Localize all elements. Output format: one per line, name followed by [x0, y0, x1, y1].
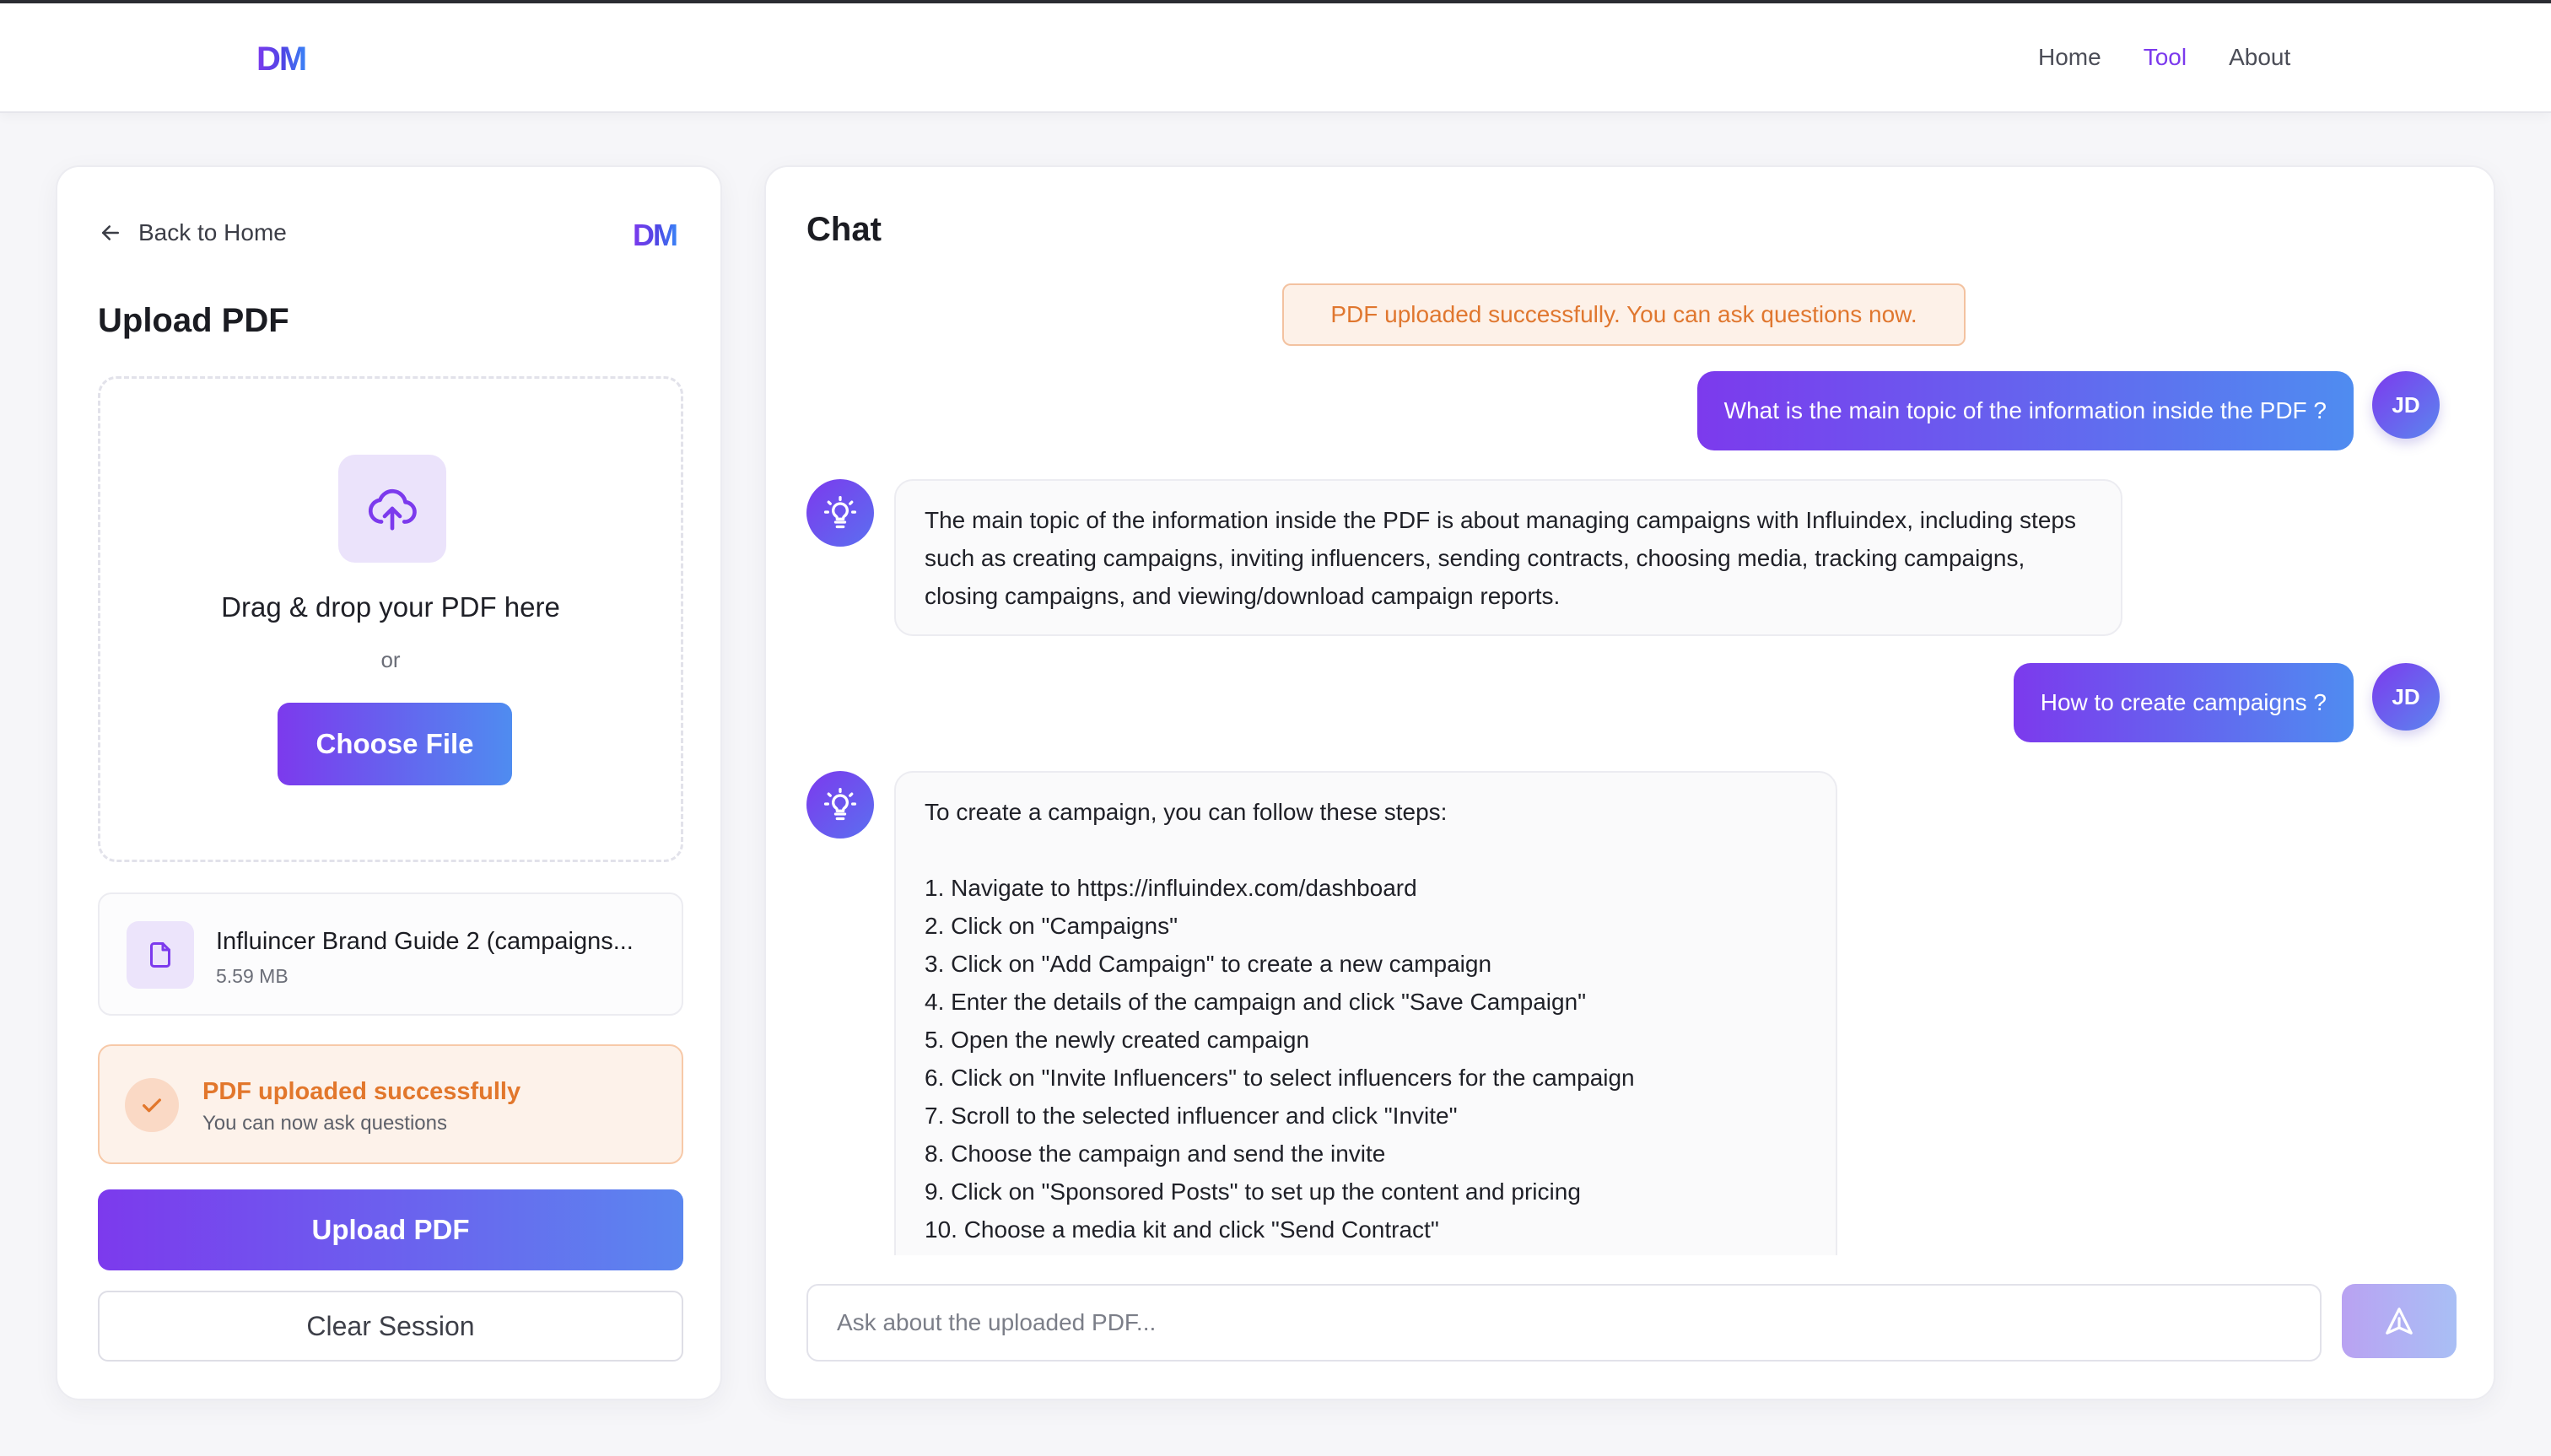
nav-links: Home Tool About [2038, 44, 2290, 71]
bot-avatar [806, 771, 874, 839]
clear-session-button[interactable]: Clear Session [98, 1291, 683, 1362]
step-item: 7. Scroll to the selected influencer and… [925, 1103, 1458, 1129]
step-item: 8. Choose the campaign and send the invi… [925, 1141, 1386, 1167]
user-message: How to create campaigns ? [2013, 663, 2354, 742]
send-button[interactable] [2342, 1284, 2457, 1358]
back-to-home-label: Back to Home [138, 219, 287, 245]
navbar: DM Home Tool About [0, 3, 2551, 113]
cloud-upload-icon [338, 455, 446, 563]
brand-logo[interactable]: DM [256, 40, 307, 78]
status-title: PDF uploaded successfully [202, 1078, 521, 1105]
file-size: 5.59 MB [216, 965, 289, 987]
chat-messages[interactable]: PDF uploaded successfully. You can ask q… [766, 277, 2494, 1255]
bot-message: The main topic of the information inside… [894, 479, 2122, 636]
chat-panel: Chat PDF uploaded successfully. You can … [764, 165, 2495, 1400]
system-notice: PDF uploaded successfully. You can ask q… [1282, 283, 1966, 346]
back-to-home-link[interactable]: Back to Home [98, 219, 287, 246]
upload-panel: Back to Home DM Upload PDF Drag & drop y… [56, 165, 722, 1400]
status-subtitle: You can now ask questions [202, 1112, 447, 1135]
chat-title: Chat [806, 211, 882, 248]
user-avatar: JD [2372, 663, 2440, 731]
bot-message: To create a campaign, you can follow the… [894, 771, 1837, 1255]
arrow-left-icon [102, 225, 119, 240]
lightbulb-icon [823, 788, 857, 821]
step-item: 9. Click on "Sponsored Posts" to set up … [925, 1178, 1581, 1205]
step-item: 10. Choose a media kit and click "Send C… [925, 1216, 1439, 1243]
nav-link-tool[interactable]: Tool [2144, 44, 2187, 71]
lightbulb-icon [823, 496, 857, 529]
upload-status-card: PDF uploaded successfully You can now as… [98, 1044, 683, 1164]
step-item: 6. Click on "Invite Influencers" to sele… [925, 1065, 1635, 1091]
dropzone-title: Drag & drop your PDF here [221, 591, 560, 623]
send-arrow-icon [2386, 1308, 2413, 1335]
dropzone-or: or [380, 647, 401, 672]
step-item: 3. Click on "Add Campaign" to create a n… [925, 951, 1492, 977]
chat-input[interactable] [806, 1284, 2322, 1362]
user-message: What is the main topic of the informatio… [1696, 371, 2354, 450]
steps-list: 1. Navigate to https://influindex.com/da… [925, 869, 1807, 1248]
upload-pdf-button[interactable]: Upload PDF [98, 1189, 683, 1270]
step-item: 4. Enter the details of the campaign and… [925, 989, 1587, 1015]
check-icon [125, 1078, 179, 1132]
user-avatar: JD [2372, 371, 2440, 439]
file-icon [127, 921, 194, 989]
panel-logo: DM [633, 218, 678, 252]
pdf-dropzone[interactable]: Drag & drop your PDF here or Choose File [98, 376, 683, 862]
step-item: 5. Open the newly created campaign [925, 1027, 1310, 1053]
step-item: 1. Navigate to https://influindex.com/da… [925, 875, 1417, 901]
choose-file-button[interactable]: Choose File [278, 703, 512, 785]
uploaded-file-card: Influincer Brand Guide 2 (campaigns... 5… [98, 892, 683, 1016]
nav-link-home[interactable]: Home [2038, 44, 2101, 71]
bot-message-intro: To create a campaign, you can follow the… [925, 799, 1448, 825]
upload-title: Upload PDF [98, 302, 289, 339]
bot-avatar [806, 479, 874, 547]
file-name: Influincer Brand Guide 2 (campaigns... [216, 928, 634, 955]
step-item: 2. Click on "Campaigns" [925, 913, 1178, 939]
nav-link-about[interactable]: About [2229, 44, 2290, 71]
